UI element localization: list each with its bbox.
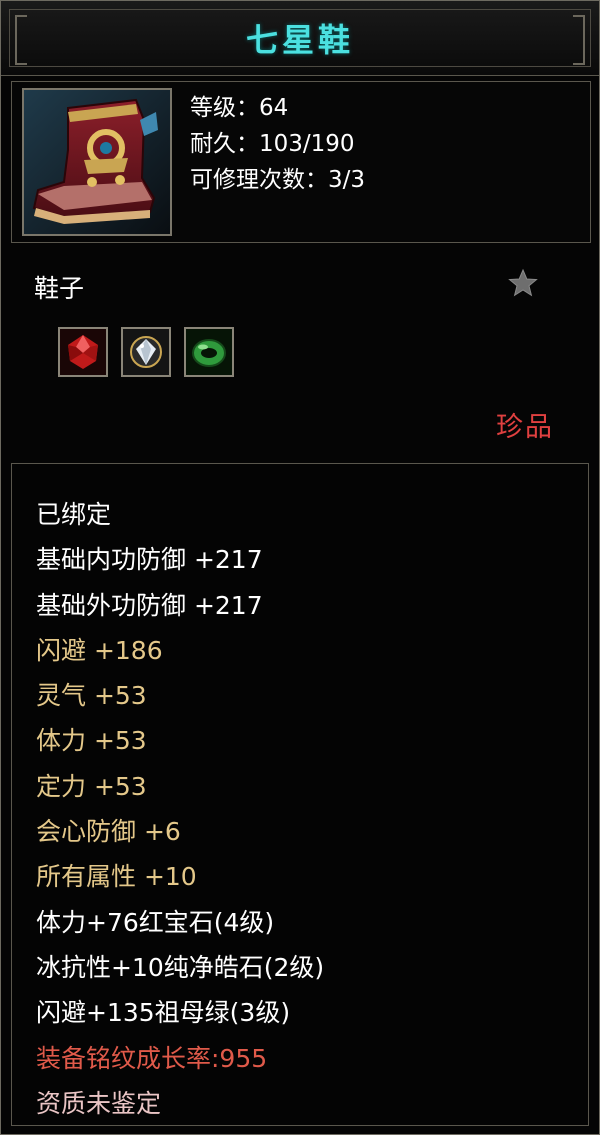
boot-icon <box>24 90 170 234</box>
properties-panel: 已绑定基础内功防御 +217 基础外功防御 +217 闪避 +186 灵气 +53 体力… <box>11 463 589 1126</box>
item-tooltip: 七星鞋 等级：64 耐久：103/190 可修理次数：3/3 鞋子 珍品 已绑定… <box>0 0 600 1135</box>
durability-stat: 耐久：103/190 <box>190 131 355 157</box>
repair-count-stat: 可修理次数：3/3 <box>190 167 366 193</box>
property-row: 资质未鉴定 <box>36 1088 162 1118</box>
property-row: 基础内功防御 +217 <box>36 545 263 575</box>
item-stats: 等级：64 耐久：103/190 可修理次数：3/3 <box>190 90 365 198</box>
gem-slot-diamond[interactable] <box>121 327 171 377</box>
item-portrait <box>22 88 172 236</box>
rarity-label: 珍品 <box>496 412 554 443</box>
property-row: 已绑定 <box>36 500 112 529</box>
property-row: 闪避+135祖母绿(3级) <box>36 998 291 1028</box>
property-row: 体力+76红宝石(4级) <box>36 907 275 937</box>
item-name: 七星鞋 <box>245 21 354 59</box>
ruby-icon <box>60 329 106 375</box>
item-header: 等级：64 耐久：103/190 可修理次数：3/3 <box>11 81 591 243</box>
property-row: 冰抗性+10纯净皓石(2级) <box>36 952 325 982</box>
property-row: 体力 +53 <box>36 726 147 756</box>
property-row: 定力 +53 <box>36 771 147 801</box>
level-stat: 等级：64 <box>190 95 289 121</box>
property-row: 闪避 +186 <box>36 635 163 665</box>
diamond-icon <box>123 329 169 375</box>
property-row: 灵气 +53 <box>36 681 147 711</box>
property-row: 基础外功防御 +217 <box>36 590 263 620</box>
gem-slot-ruby[interactable] <box>58 327 108 377</box>
item-type: 鞋子 <box>34 274 85 303</box>
property-row: 会心防御 +6 <box>36 817 181 847</box>
gem-slot-emerald[interactable] <box>184 327 234 377</box>
star-icon[interactable] <box>507 267 539 299</box>
property-row: 所有属性 +10 <box>36 862 197 892</box>
properties-list: 已绑定基础内功防御 +217 基础外功防御 +217 闪避 +186 灵气 +53 体力… <box>36 492 324 1126</box>
title-bar: 七星鞋 <box>1 1 599 76</box>
property-row: 装备铭纹成长率:955 <box>36 1043 268 1073</box>
emerald-icon <box>186 329 232 375</box>
